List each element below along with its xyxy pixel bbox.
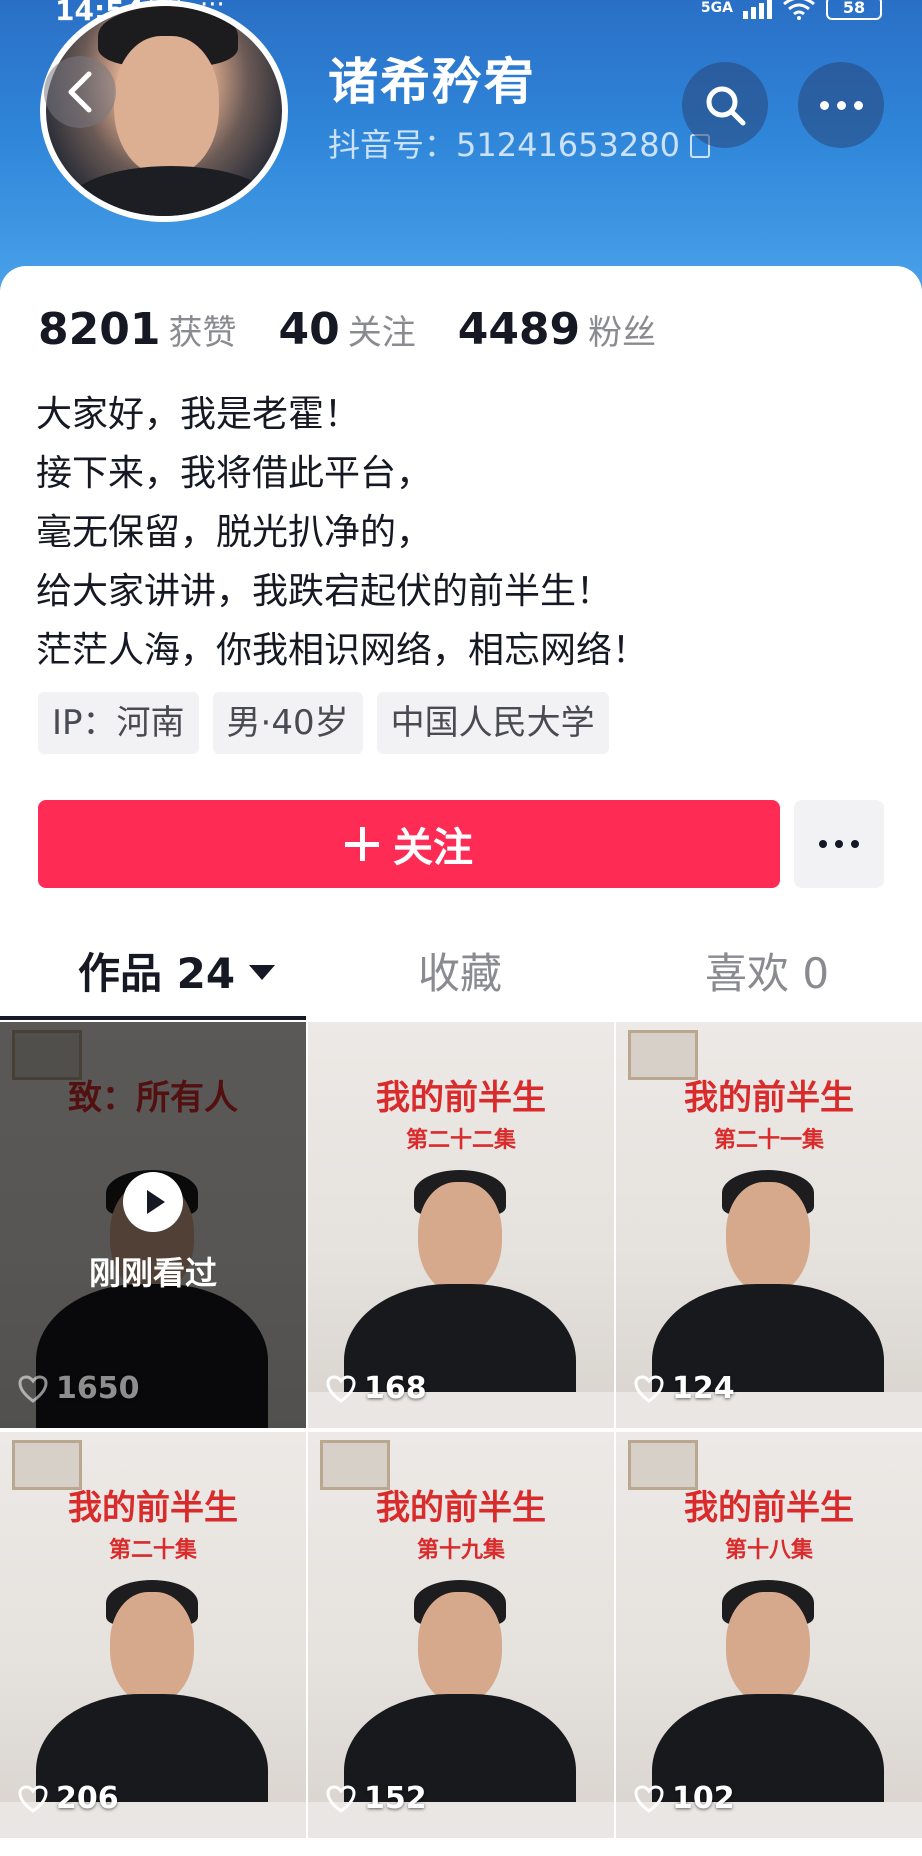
watched-overlay: 刚刚看过 <box>0 1172 306 1294</box>
more-icon <box>819 100 863 110</box>
profile-tags: IP：河南 男·40岁 中国人民大学 <box>38 692 609 754</box>
like-count-value: 102 <box>672 1781 735 1816</box>
wifi-icon <box>783 0 815 20</box>
signal-icon <box>743 0 772 19</box>
like-count-value: 124 <box>672 1371 735 1406</box>
bio-line: 茫茫人海，你我相识网络，相忘网络！ <box>36 630 649 671</box>
video-title: 我的前半生 <box>376 1078 546 1118</box>
followers-count: 4489 <box>457 304 581 355</box>
video-title: 我的前半生 <box>376 1488 546 1528</box>
like-count: 168 <box>326 1371 427 1406</box>
battery-icon: 58 <box>826 0 882 20</box>
like-count: 152 <box>326 1781 427 1816</box>
chevron-left-icon <box>68 71 92 113</box>
like-count-value: 168 <box>364 1371 427 1406</box>
follow-button[interactable]: 关注 <box>38 800 780 888</box>
video-title: 我的前半生 <box>684 1488 854 1528</box>
heart-icon <box>18 1374 48 1403</box>
profile-stats: 8201 获赞 40 关注 4489 粉丝 <box>38 304 698 355</box>
bio-line: 大家好，我是老霍！ <box>36 394 361 435</box>
video-episode: 第二十一集 <box>713 1127 824 1153</box>
profile-name: 诸希矜宥 <box>328 53 536 111</box>
tab-likes[interactable]: 喜欢 0 <box>705 940 829 1001</box>
heart-icon <box>18 1784 48 1813</box>
video-episode: 第十八集 <box>724 1537 813 1563</box>
video-grid: 致：所有人 刚刚看过 1650 我的前半生 第二十二集 168 我的前半生 第二… <box>0 1022 922 1838</box>
bio-line: 给大家讲讲，我跌宕起伏的前半生！ <box>36 571 613 612</box>
douyin-id[interactable]: 抖音号：51241653280 <box>328 120 710 166</box>
more-options-button[interactable] <box>798 62 884 148</box>
back-button[interactable] <box>44 56 116 128</box>
stat-following[interactable]: 40 关注 <box>278 304 415 355</box>
play-icon <box>123 1172 183 1232</box>
like-count: 1650 <box>18 1371 140 1406</box>
tab-works-label: 作品 24 <box>78 949 236 998</box>
likes-count: 8201 <box>38 304 161 355</box>
heart-icon <box>326 1374 356 1403</box>
video-episode: 第十九集 <box>416 1537 505 1563</box>
active-tab-indicator <box>0 1016 306 1020</box>
followers-label: 粉丝 <box>588 313 657 353</box>
video-thumbnail[interactable]: 我的前半生 第二十一集 124 <box>616 1022 922 1428</box>
heart-icon <box>634 1374 664 1403</box>
video-title: 致：所有人 <box>68 1078 238 1118</box>
video-episode: 第二十二集 <box>405 1127 516 1153</box>
search-button[interactable] <box>682 62 768 148</box>
network-type: 5GA <box>700 0 733 16</box>
likes-label: 获赞 <box>168 313 237 353</box>
bio-line: 毫无保留，脱光扒净的， <box>36 512 433 553</box>
heart-icon <box>634 1784 664 1813</box>
tag-ip: IP：河南 <box>38 692 199 754</box>
watched-label: 刚刚看过 <box>88 1254 217 1292</box>
profile-bio: 大家好，我是老霍！ 接下来，我将借此平台， 毫无保留，脱光扒净的， 给大家讲讲，… <box>36 385 648 680</box>
plus-icon <box>345 827 379 861</box>
video-thumbnail[interactable]: 我的前半生 第二十集 206 <box>0 1432 306 1838</box>
profile-header: 14:54 24 ··· 5GA 58 诸希矜宥 抖音号：5124165328 <box>0 0 922 300</box>
follow-label: 关注 <box>393 825 473 871</box>
bio-line: 接下来，我将借此平台， <box>36 453 433 494</box>
like-count: 102 <box>634 1781 735 1816</box>
video-title: 我的前半生 <box>684 1078 854 1118</box>
tag-school[interactable]: 中国人民大学 <box>376 692 609 754</box>
like-count-value: 206 <box>56 1781 119 1816</box>
more-icon <box>819 840 859 848</box>
tab-works[interactable]: 作品 24 <box>78 940 276 1001</box>
like-count-value: 1650 <box>56 1371 140 1406</box>
caret-down-icon <box>249 965 276 980</box>
status-indicators: 5GA 58 <box>701 0 882 20</box>
like-count: 124 <box>634 1371 735 1406</box>
video-episode: 第二十集 <box>108 1537 197 1563</box>
video-title: 我的前半生 <box>68 1488 238 1528</box>
douyin-id-text: 抖音号：51241653280 <box>328 126 680 164</box>
follow-more-button[interactable] <box>794 800 884 888</box>
like-count: 206 <box>18 1781 119 1816</box>
video-thumbnail[interactable]: 我的前半生 第十九集 152 <box>308 1432 614 1838</box>
following-label: 关注 <box>347 313 416 353</box>
tag-gender-age: 男·40岁 <box>212 692 363 754</box>
heart-icon <box>326 1784 356 1813</box>
following-count: 40 <box>278 304 340 355</box>
video-thumbnail[interactable]: 我的前半生 第十八集 102 <box>616 1432 922 1838</box>
stat-likes[interactable]: 8201 获赞 <box>38 304 236 355</box>
content-tabs: 作品 24 收藏 喜欢 0 <box>0 940 922 1020</box>
stat-followers[interactable]: 4489 粉丝 <box>458 304 656 355</box>
video-thumbnail[interactable]: 致：所有人 刚刚看过 1650 <box>0 1022 306 1428</box>
tab-collections[interactable]: 收藏 <box>418 940 502 1001</box>
search-icon <box>706 86 746 126</box>
video-thumbnail[interactable]: 我的前半生 第二十二集 168 <box>308 1022 614 1428</box>
like-count-value: 152 <box>364 1781 427 1816</box>
